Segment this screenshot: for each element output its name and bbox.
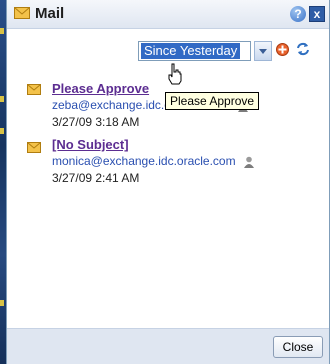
time-filter-dropdown-button[interactable] — [254, 41, 272, 61]
tooltip: Please Approve — [165, 92, 260, 110]
message-subject-link[interactable]: [No Subject] — [52, 137, 129, 152]
mail-envelope-icon — [27, 84, 41, 95]
mail-envelope-icon — [14, 7, 30, 19]
help-button[interactable]: ? — [290, 6, 306, 22]
title-bar: Mail ? x — [7, 0, 329, 29]
time-filter-select[interactable]: Since Yesterday — [138, 41, 251, 61]
dialog-title: Mail — [35, 5, 65, 22]
background-marker — [0, 128, 4, 134]
close-window-button[interactable]: x — [309, 6, 325, 22]
background-marker — [0, 300, 4, 306]
message-sender[interactable]: monica@exchange.idc.oracle.com — [52, 154, 236, 168]
message-date: 3/27/09 3:18 AM — [52, 115, 140, 129]
list-item[interactable]: [No Subject] monica@exchange.idc.oracle.… — [7, 134, 329, 189]
message-date: 3/27/09 2:41 AM — [52, 171, 140, 185]
add-icon[interactable] — [276, 43, 289, 56]
mail-envelope-icon — [27, 142, 41, 153]
contact-person-icon[interactable] — [243, 156, 255, 168]
refresh-icon[interactable] — [296, 42, 310, 56]
dialog-footer: Close — [7, 328, 329, 364]
message-subject-link[interactable]: Please Approve — [52, 81, 149, 96]
time-filter-value: Since Yesterday — [141, 43, 241, 59]
mail-dialog: Mail ? x Since Yesterday Please Approve … — [6, 0, 330, 364]
background-marker — [0, 96, 4, 102]
background-marker — [0, 28, 4, 34]
hand-pointer-cursor-icon — [168, 63, 182, 85]
close-button[interactable]: Close — [273, 336, 323, 358]
